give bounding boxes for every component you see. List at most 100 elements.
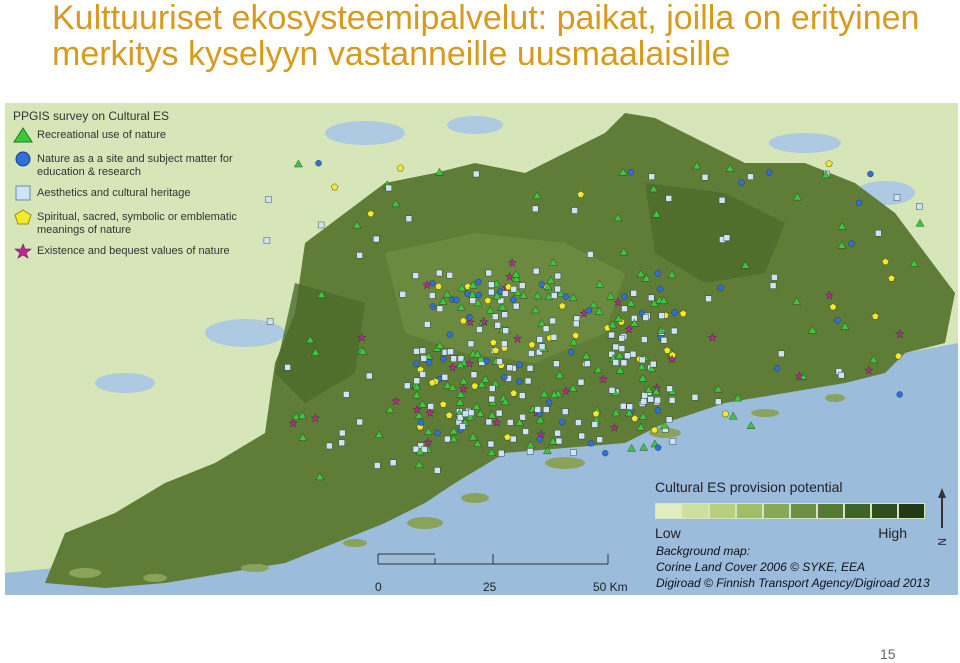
survey-point-square <box>587 251 594 258</box>
survey-point-square <box>669 438 677 445</box>
ramp-swatch <box>844 503 871 519</box>
survey-point-square <box>518 392 526 399</box>
survey-point-square <box>446 272 453 279</box>
survey-point-square <box>412 272 419 279</box>
survey-point-square <box>519 282 526 289</box>
ramp-swatch <box>763 503 790 519</box>
scale-tick: 25 <box>483 580 497 594</box>
survey-point-square <box>532 267 540 275</box>
scale-tick: 50 Km <box>593 580 628 594</box>
survey-point-square <box>893 194 901 201</box>
lake <box>325 121 405 145</box>
survey-point-square <box>612 359 619 366</box>
survey-point-square <box>494 321 501 329</box>
survey-point-square <box>456 414 464 421</box>
survey-point-square <box>715 398 722 405</box>
survey-point-square <box>538 343 546 350</box>
survey-point-square <box>571 207 578 214</box>
survey-point-square <box>620 402 627 410</box>
map-panel: PPGIS survey on Cultural ES Recreational… <box>5 103 958 595</box>
survey-point-square <box>339 429 346 437</box>
survey-point-square <box>420 355 427 362</box>
survey-point-square <box>550 334 558 341</box>
survey-point-square <box>705 295 712 302</box>
survey-point-circle <box>848 240 855 247</box>
survey-point-square <box>624 352 631 360</box>
survey-point-square <box>419 371 426 378</box>
survey-point-square <box>526 365 534 372</box>
survey-point-square <box>526 448 534 455</box>
survey-point-square <box>771 274 778 281</box>
survey-point-circle <box>567 348 575 356</box>
survey-point-square <box>534 406 542 413</box>
survey-point-triangle <box>627 444 636 452</box>
survey-point-circle <box>602 449 609 457</box>
survey-point-square <box>747 173 754 180</box>
survey-point-circle <box>516 378 523 385</box>
survey-point-circle <box>717 284 724 292</box>
survey-point-square <box>668 397 676 404</box>
survey-point-square <box>875 229 882 237</box>
survey-point-square <box>441 374 449 381</box>
survey-point-square <box>629 350 637 358</box>
ramp-title: Cultural ES provision potential <box>655 479 843 495</box>
survey-point-square <box>447 348 454 355</box>
survey-point-square <box>467 409 475 416</box>
survey-point-square <box>512 302 520 310</box>
survey-point-square <box>778 350 785 358</box>
survey-point-square <box>647 396 655 403</box>
survey-point-square <box>691 394 699 401</box>
survey-point-square <box>413 377 421 385</box>
survey-point-circle <box>475 278 482 286</box>
survey-point-circle <box>413 360 420 367</box>
survey-point-square <box>554 272 562 280</box>
survey-point-circle <box>425 359 433 366</box>
light-blue-square-icon <box>13 185 37 203</box>
ramp-low-label: Low <box>655 525 681 541</box>
survey-point-circle <box>834 317 841 324</box>
credit-line: Background map: <box>656 544 751 558</box>
lake <box>95 373 155 393</box>
scale-tick: 0 <box>375 580 382 594</box>
survey-point-square <box>701 174 709 181</box>
survey-point-square <box>561 408 569 415</box>
survey-point-square <box>660 337 668 344</box>
scale-bar: 0 25 50 Km <box>375 546 635 595</box>
survey-point-square <box>608 331 615 339</box>
survey-point-square <box>399 291 407 298</box>
survey-point-square <box>436 305 444 312</box>
survey-point-square <box>492 313 499 320</box>
survey-point-circle <box>654 444 662 451</box>
north-label: N <box>936 538 949 546</box>
survey-point-square <box>665 195 673 202</box>
survey-point-square <box>470 371 478 379</box>
survey-point-square <box>356 252 363 259</box>
survey-point-square <box>405 215 413 222</box>
survey-point-circle <box>429 303 436 310</box>
ramp-swatch <box>871 503 898 519</box>
legend-label: Existence and bequest values of nature <box>37 245 230 257</box>
magenta-star-icon <box>13 243 37 261</box>
survey-point-square <box>536 336 543 343</box>
legend-label: Recreational use of nature <box>37 129 167 141</box>
survey-point-circle <box>466 314 473 321</box>
survey-point-square <box>519 414 526 421</box>
survey-point-square <box>578 432 585 440</box>
survey-point-square <box>554 285 561 293</box>
survey-point-square <box>413 348 420 355</box>
survey-point-circle <box>501 374 508 381</box>
survey-point-square <box>472 170 480 178</box>
ramp-swatch <box>655 503 682 519</box>
survey-point-square <box>577 378 585 386</box>
survey-point-square <box>542 325 550 332</box>
survey-point-square <box>488 288 495 296</box>
survey-point-circle <box>464 290 471 297</box>
legend-item-recreation: Recreational use of nature <box>13 127 283 145</box>
survey-point-circle <box>545 399 553 406</box>
survey-point-square <box>649 360 657 368</box>
survey-point-square <box>459 423 466 430</box>
survey-point-square <box>326 442 333 450</box>
survey-point-square <box>641 392 648 399</box>
survey-point-square <box>419 347 426 354</box>
page-number: 15 <box>880 646 896 662</box>
